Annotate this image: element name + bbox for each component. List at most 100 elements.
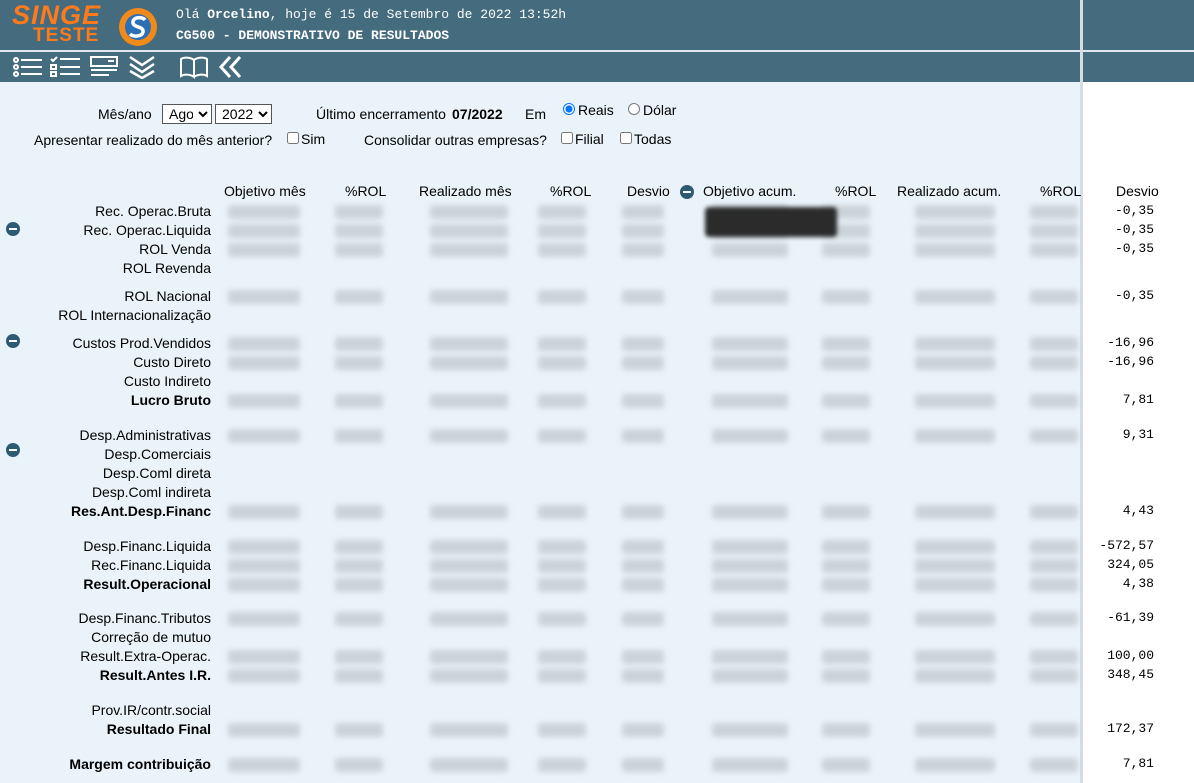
currency-dolar-radio[interactable] [628,103,640,115]
collapse-despesas-icon[interactable] [6,443,20,457]
blurred-cell [622,540,664,554]
blurred-cell [1030,669,1078,683]
blurred-cell [335,205,383,219]
row-desvio-acum: 4,43 [1122,503,1154,518]
prev-month-question: Apresentar realizado do mês anterior? [34,132,273,148]
blurred-cell [712,612,788,626]
blurred-cell [228,540,300,554]
prev-month-option: Sim [301,131,326,147]
blurred-cell [1030,578,1078,592]
book-icon[interactable] [178,55,210,79]
back-icon[interactable] [216,55,248,79]
year-select[interactable]: 2022 [215,104,272,124]
blurred-cell [622,290,664,304]
blurred-cell [430,243,508,257]
row-label: Desp.Coml indireta [91,484,211,500]
blurred-cell [1030,243,1078,257]
col-desvio-acum: Desvio [1116,183,1159,199]
consolidate-filial-label: Filial [575,131,604,147]
blurred-cell [228,205,300,219]
blurred-cell [915,723,995,737]
blurred-cell [430,578,508,592]
blurred-cell [622,429,664,443]
blurred-cell [228,723,300,737]
blurred-cell [430,337,508,351]
consolidate-filial-checkbox[interactable] [561,132,573,144]
blurred-cell [228,243,300,257]
blurred-cell [712,243,788,257]
blurred-cell [430,356,508,370]
currency-dolar-label: Dólar [643,102,677,118]
blurred-cell [335,337,383,351]
row-desvio-acum: 324,05 [1107,557,1154,572]
row-label: Result.Extra-Operac. [80,648,211,664]
blurred-cell [228,429,300,443]
prev-month-checkbox[interactable] [287,132,299,144]
blurred-cell [712,394,788,408]
blurred-cell [622,505,664,519]
blurred-cell [538,394,586,408]
row-label: ROL Nacional [124,288,211,304]
blurred-cell [822,669,870,683]
blurred-cell [1030,505,1078,519]
blurred-cell [712,758,788,772]
collapse-custos-icon[interactable] [6,334,20,348]
blurred-cell [335,723,383,737]
blurred-cell [822,540,870,554]
col-realizado-acum: Realizado acum. [897,183,1002,199]
blurred-cell [622,723,664,737]
list-icon[interactable] [12,55,44,79]
currency-reais-radio[interactable] [563,103,575,115]
blurred-cell [622,205,664,219]
row-label: Desp.Comerciais [104,446,211,462]
blurred-cell [335,243,383,257]
blurred-cell [712,650,788,664]
expand-all-icon[interactable] [127,55,159,79]
blurred-cell [335,394,383,408]
blurred-cell [430,224,508,238]
row-label: Result.Operacional [83,576,211,592]
row-label: Res.Ant.Desp.Financ [70,503,211,519]
col-objetivo-acum: Objetivo acum. [703,183,797,199]
blurred-cell [335,612,383,626]
month-select[interactable]: Ago [162,104,212,124]
row-label: Result.Antes I.R. [99,667,211,683]
blurred-cell [915,224,995,238]
row-desvio-acum: 7,81 [1122,392,1154,407]
consolidate-question: Consolidar outras empresas? [364,132,547,148]
col-desvio-mes: Desvio [627,183,670,199]
blurred-cell [335,669,383,683]
row-desvio-acum: 348,45 [1107,667,1154,682]
blurred-cell [712,669,788,683]
blurred-cell [228,578,300,592]
blurred-cell [538,559,586,573]
row-label: Desp.Financ.Liquida [83,538,211,554]
blurred-cell [228,669,300,683]
collapse-accumulated-icon[interactable] [680,185,694,199]
blurred-cell [538,224,586,238]
row-desvio-acum: 172,37 [1107,721,1154,736]
row-desvio-acum: -61,39 [1107,610,1154,625]
checklist-icon[interactable] [50,55,82,79]
row-label: Lucro Bruto [130,392,211,408]
row-label: ROL Revenda [122,260,211,276]
consolidate-todas-checkbox[interactable] [620,132,632,144]
collapse-receitas-icon[interactable] [6,222,20,236]
logo-teste: TESTE [33,25,100,46]
blurred-cell [622,394,664,408]
row-desvio-acum: 7,81 [1122,756,1154,771]
blurred-cell [335,540,383,554]
last-closing-label: Último encerramento [316,106,446,122]
blurred-cell [538,723,586,737]
blurred-cell [430,669,508,683]
blurred-cell [822,243,870,257]
row-desvio-acum: -572,57 [1099,538,1154,553]
form-icon[interactable] [89,55,121,79]
row-label: Rec. Operac.Bruta [95,203,211,219]
blurred-cell [622,559,664,573]
greeting-text: Olá Orcelino, hoje é 15 de Setembro de 2… [176,7,567,22]
blurred-cell [915,394,995,408]
blurred-cell [335,650,383,664]
blurred-cell [1030,540,1078,554]
col-rol-2: %ROL [550,183,592,199]
